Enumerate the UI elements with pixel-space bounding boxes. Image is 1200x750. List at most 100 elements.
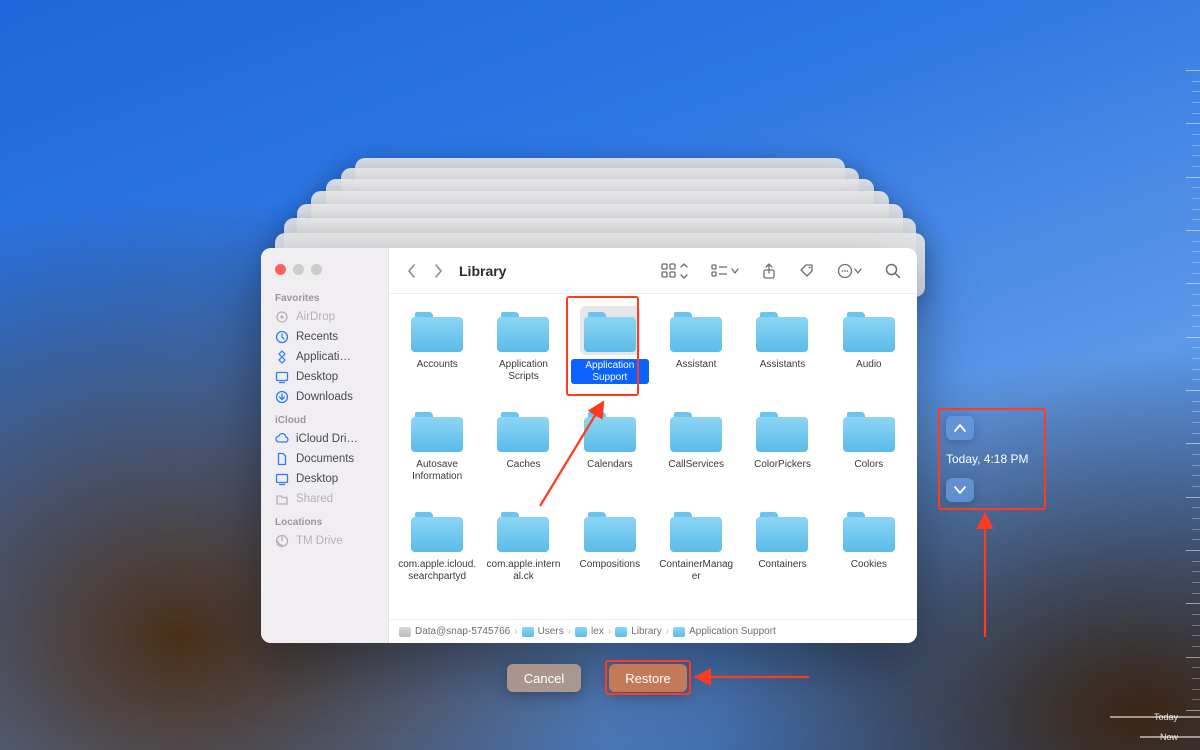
path-segment[interactable]: lex xyxy=(591,626,604,637)
timeline-tick xyxy=(1186,283,1200,284)
group-by-button[interactable] xyxy=(707,259,743,283)
minimize-window-icon[interactable] xyxy=(293,264,304,275)
folder-callservices[interactable]: CallServices xyxy=(654,406,738,502)
timeline-tick xyxy=(1192,315,1200,316)
timeline-older-button[interactable] xyxy=(946,416,974,440)
folder-compositions[interactable]: Compositions xyxy=(568,506,652,602)
sidebar-item-downloads[interactable]: Downloads xyxy=(261,387,388,407)
timeline-tick xyxy=(1192,155,1200,156)
folder-containermanager[interactable]: ContainerManager xyxy=(654,506,738,602)
folder-assistant[interactable]: Assistant xyxy=(654,306,738,402)
forward-button[interactable] xyxy=(427,260,449,282)
folder-icon xyxy=(493,406,553,455)
sidebar-item-label: Documents xyxy=(296,453,354,465)
search-button[interactable] xyxy=(881,259,905,283)
timeline-tick xyxy=(1192,326,1200,327)
zoom-window-icon[interactable] xyxy=(311,264,322,275)
clock-icon xyxy=(275,330,289,344)
folder-icon xyxy=(615,627,627,637)
sidebar-item-label: Shared xyxy=(296,493,333,505)
path-separator: › xyxy=(568,626,571,637)
desktop-icon xyxy=(275,370,289,384)
sidebar-item-documents[interactable]: Documents xyxy=(261,449,388,469)
folder-cookies[interactable]: Cookies xyxy=(827,506,911,602)
sidebar-item-icloud-dri-[interactable]: iCloud Dri… xyxy=(261,429,388,449)
timeline-tick xyxy=(1192,635,1200,636)
timeline-tick xyxy=(1192,187,1200,188)
folder-caches[interactable]: Caches xyxy=(481,406,565,502)
folder-containers[interactable]: Containers xyxy=(740,506,824,602)
apps-icon xyxy=(275,350,289,364)
timeline-newer-button[interactable] xyxy=(946,478,974,502)
timeline-tick xyxy=(1192,102,1200,103)
folder-colorpickers[interactable]: ColorPickers xyxy=(740,406,824,502)
folder-calendars[interactable]: Calendars xyxy=(568,406,652,502)
folder-colors[interactable]: Colors xyxy=(827,406,911,502)
sidebar-item-desktop[interactable]: Desktop xyxy=(261,469,388,489)
path-separator: › xyxy=(608,626,611,637)
path-bar[interactable]: Data@snap-5745766› Users› lex› Library› … xyxy=(389,619,917,643)
path-segment[interactable]: Application Support xyxy=(689,626,776,637)
tags-button[interactable] xyxy=(795,259,819,283)
sidebar-item-airdrop[interactable]: AirDrop xyxy=(261,307,388,327)
sidebar-item-label: Desktop xyxy=(296,371,338,383)
folder-application-support[interactable]: Application Support xyxy=(568,306,652,402)
timeline-tick xyxy=(1192,539,1200,540)
back-button[interactable] xyxy=(401,260,423,282)
view-as-icons-button[interactable] xyxy=(657,259,693,283)
path-segment[interactable]: Library xyxy=(631,626,662,637)
timeline-tick xyxy=(1192,678,1200,679)
sidebar-item-recents[interactable]: Recents xyxy=(261,327,388,347)
folder-grid[interactable]: Accounts Application Scripts Application S… xyxy=(389,294,917,619)
path-segment[interactable]: Users xyxy=(538,626,564,637)
sidebar-section-header: Locations xyxy=(261,509,388,531)
folder-audio[interactable]: Audio xyxy=(827,306,911,402)
path-segment[interactable]: Data@snap-5745766 xyxy=(415,626,510,637)
share-button[interactable] xyxy=(757,259,781,283)
timeline-tick xyxy=(1192,273,1200,274)
close-window-icon[interactable] xyxy=(275,264,286,275)
folder-label: Containers xyxy=(758,559,806,571)
folder-icon xyxy=(752,306,812,355)
folder-application-scripts[interactable]: Application Scripts xyxy=(481,306,565,402)
shared-icon xyxy=(275,492,289,506)
timeline-tick xyxy=(1192,422,1200,423)
folder-label: Assistants xyxy=(760,359,806,371)
sidebar-item-desktop[interactable]: Desktop xyxy=(261,367,388,387)
folder-icon xyxy=(493,506,553,555)
downloads-icon xyxy=(275,390,289,404)
more-button[interactable] xyxy=(833,259,867,283)
cancel-button[interactable]: Cancel xyxy=(507,664,581,692)
timeline-tick xyxy=(1192,166,1200,167)
desktop-icon xyxy=(275,472,289,486)
sidebar-item-label: Downloads xyxy=(296,391,353,403)
folder-com-apple-internal-ck[interactable]: com.apple.internal.ck xyxy=(481,506,565,602)
folder-icon xyxy=(839,406,899,455)
search-icon xyxy=(885,263,901,279)
sidebar-item-applicati-[interactable]: Applicati… xyxy=(261,347,388,367)
folder-accounts[interactable]: Accounts xyxy=(395,306,479,402)
annotation-arrow-to-timeline xyxy=(978,512,992,642)
timeline-tick xyxy=(1186,497,1200,498)
restore-button[interactable]: Restore xyxy=(609,664,687,692)
folder-icon xyxy=(752,506,812,555)
folder-assistants[interactable]: Assistants xyxy=(740,306,824,402)
timeline-tick xyxy=(1192,561,1200,562)
timeline-tick xyxy=(1192,134,1200,135)
timeline-tick xyxy=(1192,401,1200,402)
folder-icon xyxy=(575,627,587,637)
folder-label: Assistant xyxy=(676,359,717,371)
folder-label: Autosave Information xyxy=(398,459,476,482)
sidebar-item-shared[interactable]: Shared xyxy=(261,489,388,509)
timeline-tick xyxy=(1192,582,1200,583)
folder-autosave-information[interactable]: Autosave Information xyxy=(395,406,479,502)
chevron-left-icon xyxy=(407,264,417,278)
folder-label: Application Scripts xyxy=(484,359,562,382)
folder-label: Accounts xyxy=(417,359,458,371)
sidebar-item-tm-drive[interactable]: TM Drive xyxy=(261,531,388,551)
sidebar-section-header: iCloud xyxy=(261,407,388,429)
folder-com-apple-icloud-searchpartyd[interactable]: com.apple.icloud.searchpartyd xyxy=(395,506,479,602)
timeline-tick xyxy=(1186,390,1200,391)
timeline-tick xyxy=(1192,251,1200,252)
window-title: Library xyxy=(459,263,506,279)
